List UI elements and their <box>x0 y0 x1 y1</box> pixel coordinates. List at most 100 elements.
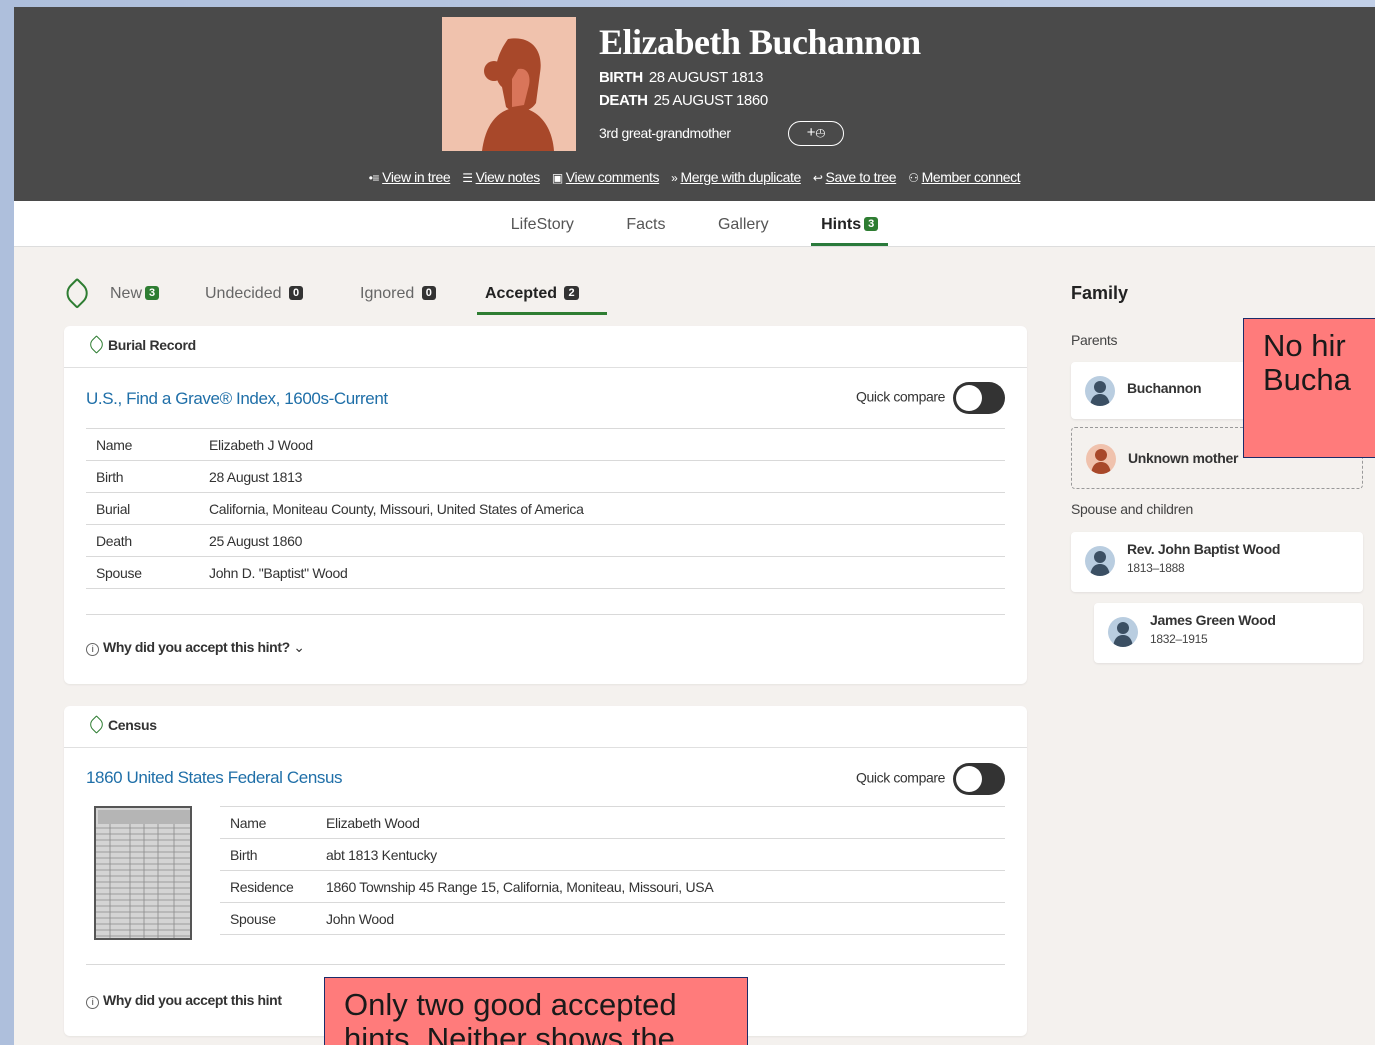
male-avatar-icon <box>1108 617 1138 647</box>
action-save-to-tree[interactable]: ↩ Save to tree <box>813 169 897 185</box>
row-label: Death <box>86 524 199 557</box>
death-line: DEATH 25 AUGUST 1860 <box>599 92 768 109</box>
hint-tab-undecided[interactable]: Undecided 0 <box>205 285 304 303</box>
birth-date: 28 AUGUST 1813 <box>648 69 764 86</box>
record-title-link[interactable]: U.S., Find a Grave® Index, 1600s-Current <box>86 389 388 409</box>
quick-compare-toggle[interactable] <box>953 382 1005 414</box>
hint-category-header: Census <box>64 706 1027 748</box>
hint-category-header: Burial Record <box>64 326 1027 368</box>
tab-lifestory[interactable]: LifeStory <box>501 201 584 246</box>
quick-compare-label: Quick compare <box>856 769 945 786</box>
chevron-down-icon: ⌄ <box>293 639 305 655</box>
action-member-connect[interactable]: ⚇ Member connect <box>908 169 1020 185</box>
action-view-in-tree[interactable]: •≡ View in tree <box>369 169 451 185</box>
action-view-comments[interactable]: ▣ View comments <box>552 169 660 185</box>
person-name: Elizabeth Buchannon <box>599 22 921 62</box>
table-row: Death 25 August 1860 <box>86 524 1005 557</box>
male-avatar-icon <box>1085 546 1115 576</box>
census-image-thumbnail[interactable] <box>94 806 192 940</box>
quick-compare-label: Quick compare <box>856 388 945 405</box>
tab-label: Hints <box>821 216 862 233</box>
family-card-spouse[interactable]: Rev. John Baptist Wood 1813–1888 <box>1071 532 1363 592</box>
row-value: Elizabeth J Wood <box>199 428 1005 461</box>
row-value: 1860 Township 45 Range 15, California, M… <box>316 870 1005 903</box>
tab-gallery[interactable]: Gallery <box>708 201 779 246</box>
death-date: 25 AUGUST 1860 <box>653 92 769 109</box>
hint-category: Census <box>108 717 157 733</box>
new-count-badge: 3 <box>145 286 160 300</box>
record-title-link[interactable]: 1860 United States Federal Census <box>86 768 343 788</box>
death-label: DEATH <box>599 92 648 109</box>
row-value: 28 August 1813 <box>199 460 1005 493</box>
table-row: Spouse John Wood <box>220 902 1005 935</box>
row-label: Spouse <box>220 902 316 935</box>
hint-tab-ignored[interactable]: Ignored 0 <box>360 285 436 303</box>
hint-tab-accepted[interactable]: Accepted 2 <box>485 285 579 303</box>
person-years: 1813–1888 <box>1127 561 1185 575</box>
table-row: Residence 1860 Township 45 Range 15, Cali… <box>220 870 1005 903</box>
table-row: Name Elizabeth Wood <box>220 806 1005 839</box>
tab-label: LifeStory <box>510 216 574 233</box>
hint-tab-label: New <box>110 285 143 302</box>
record-table: Name Elizabeth J Wood Birth 28 August 1813… <box>86 428 1005 589</box>
person-portrait[interactable] <box>442 17 576 151</box>
action-bar: •≡ View in tree ☰ View notes ▣ View comments »… <box>14 169 1375 185</box>
quick-compare-toggle[interactable] <box>953 763 1005 795</box>
merge-icon: » <box>671 171 678 185</box>
callout-line: Only two good accepted <box>344 987 677 1022</box>
callout-line: Bucha <box>1263 362 1351 397</box>
row-value: John Wood <box>316 902 1005 935</box>
row-value: 25 August 1860 <box>199 524 1005 557</box>
row-value: California, Moniteau County, Missouri, U… <box>199 492 1005 525</box>
why-accept-toggle[interactable]: i Why did you accept this hint <box>86 992 282 1009</box>
callout-line: No hir <box>1263 328 1346 363</box>
table-row: Burial California, Moniteau County, Misso… <box>86 492 1005 525</box>
leaf-icon <box>87 715 106 734</box>
tab-facts[interactable]: Facts <box>616 201 675 246</box>
why-accept-label: Why did you accept this hint? <box>103 639 290 655</box>
active-tab-underline <box>477 312 607 315</box>
notes-icon: ☰ <box>462 171 473 185</box>
action-label: Save to tree <box>825 169 897 185</box>
birth-line: BIRTH 28 AUGUST 1813 <box>599 69 763 86</box>
divider <box>86 614 1005 615</box>
person-name: Rev. John Baptist Wood <box>1127 541 1281 557</box>
tab-hints[interactable]: Hints 3 <box>811 201 889 246</box>
quick-compare: Quick compare <box>856 763 1005 795</box>
hint-card-burial: Burial Record U.S., Find a Grave® Index,… <box>64 326 1027 684</box>
hint-tab-new[interactable]: New 3 <box>110 285 160 303</box>
action-label: Merge with duplicate <box>680 169 801 185</box>
table-row: Birth abt 1813 Kentucky <box>220 838 1005 871</box>
action-label: View notes <box>475 169 541 185</box>
row-value: abt 1813 Kentucky <box>316 838 1005 871</box>
leaf-icon <box>61 277 93 309</box>
undecided-count-badge: 0 <box>288 286 304 300</box>
row-label: Residence <box>220 870 316 903</box>
divider <box>86 964 1005 965</box>
member-icon: ⚇ <box>908 171 919 185</box>
person-name: James Green Wood <box>1150 612 1276 628</box>
tree-icon: •≡ <box>368 171 380 185</box>
add-relationship-tag-button[interactable]: +⦺ <box>788 121 844 146</box>
parents-label: Parents <box>1071 332 1118 348</box>
person-name: Unknown mother <box>1128 450 1239 466</box>
hint-tab-label: Accepted <box>485 285 558 302</box>
profile-tabs: LifeStory Facts Gallery Hints 3 <box>14 201 1375 247</box>
birth-label: BIRTH <box>599 69 643 86</box>
action-merge-with-duplicate[interactable]: » Merge with duplicate <box>671 169 801 185</box>
info-icon: i <box>86 996 99 1009</box>
male-avatar-icon <box>1085 376 1115 406</box>
action-view-notes[interactable]: ☰ View notes <box>462 169 540 185</box>
tab-label: Gallery <box>717 216 769 233</box>
hint-category: Burial Record <box>108 337 196 353</box>
accepted-count-badge: 2 <box>564 286 579 300</box>
family-card-child[interactable]: James Green Wood 1832–1915 <box>1094 603 1363 663</box>
hints-count-badge: 3 <box>864 217 879 231</box>
record-table: Name Elizabeth Wood Birth abt 1813 Kentuck… <box>220 806 1005 935</box>
app-window: Elizabeth Buchannon BIRTH 28 AUGUST 1813 … <box>14 7 1375 1045</box>
table-row: Birth 28 August 1813 <box>86 460 1005 493</box>
hint-tab-label: Undecided <box>205 285 282 302</box>
info-icon: i <box>86 643 99 656</box>
why-accept-toggle[interactable]: i Why did you accept this hint? ⌄ <box>86 639 305 656</box>
action-label: View comments <box>565 169 660 185</box>
